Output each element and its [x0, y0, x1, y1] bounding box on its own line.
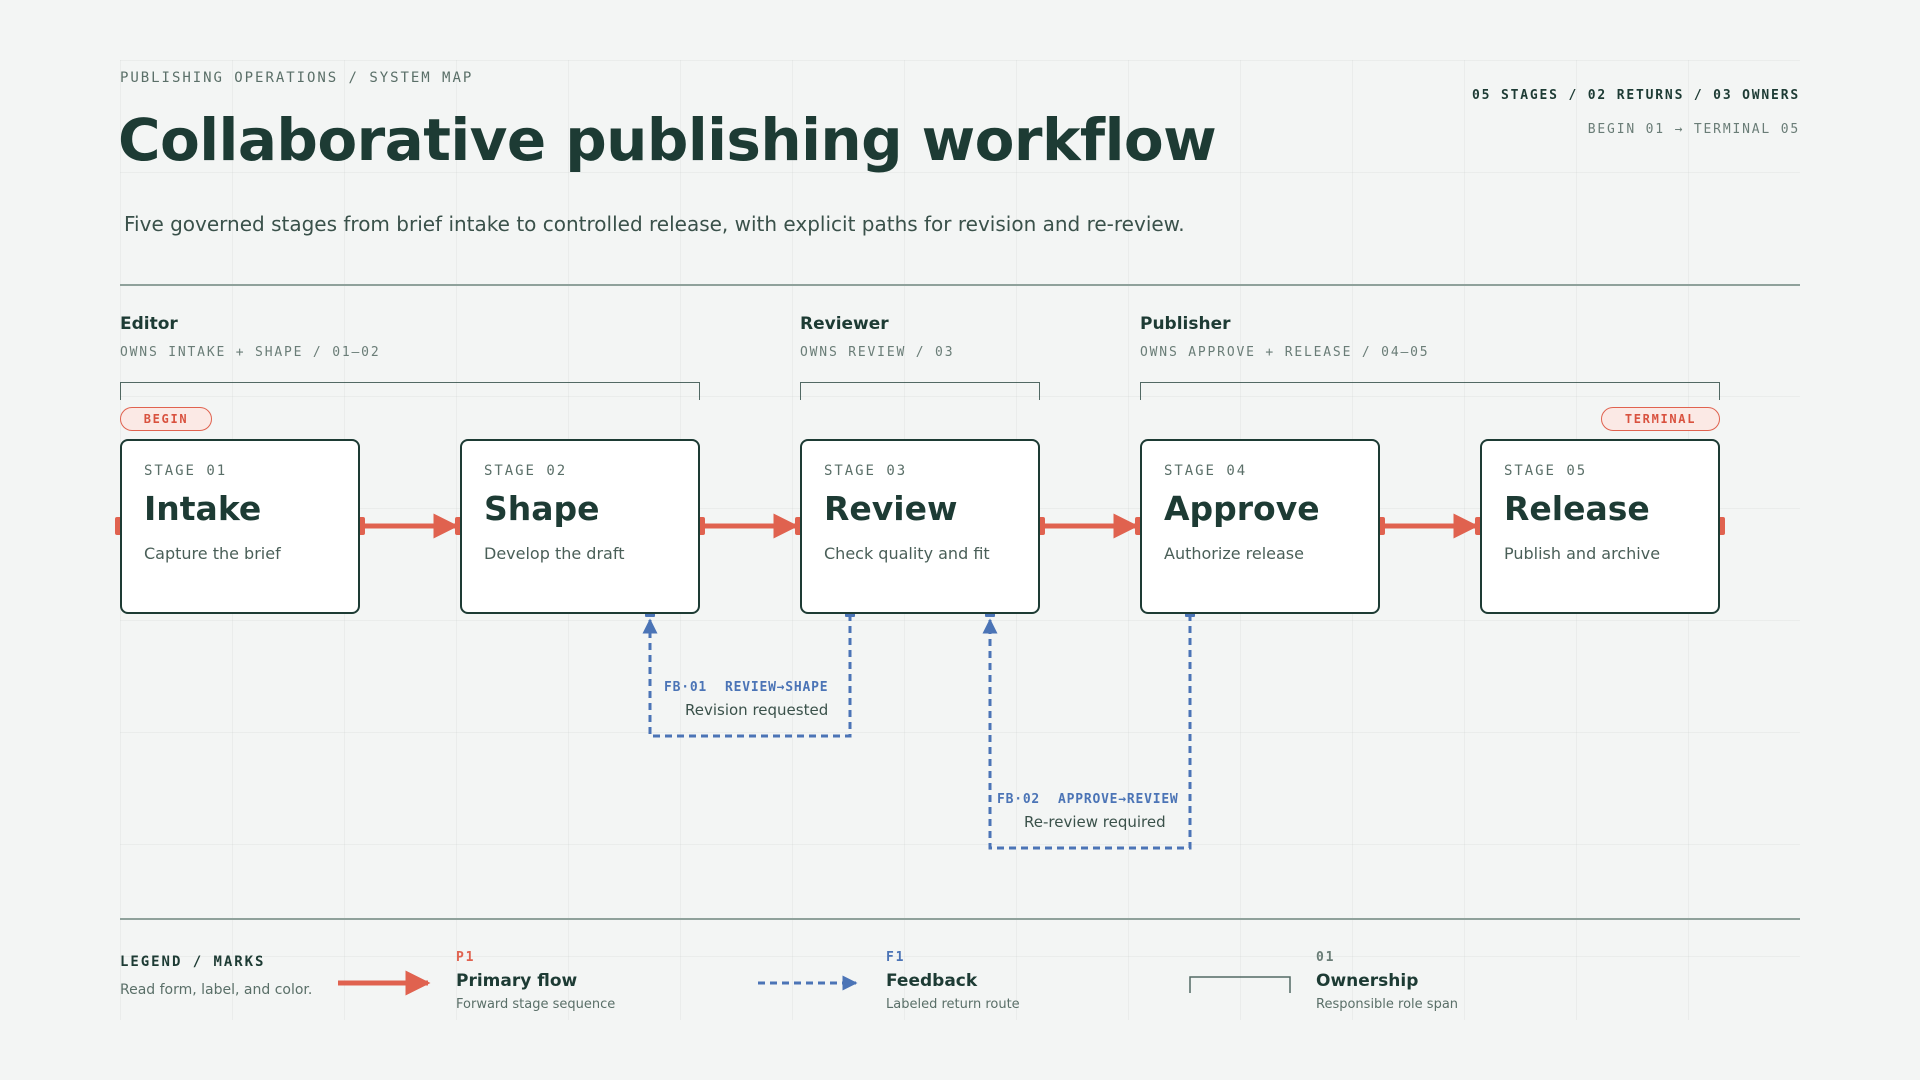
legend-code: 01	[1316, 950, 1336, 965]
feedback-description: Revision requested	[685, 701, 829, 719]
stage-description: Authorize release	[1164, 544, 1304, 563]
legend-ownership-sample	[1189, 976, 1291, 993]
stage-card-release[interactable]: STAGE 05 Release Publish and archive	[1480, 439, 1720, 614]
feedback-description: Re-review required	[1024, 813, 1166, 831]
legend-title: LEGEND / MARKS	[120, 954, 266, 970]
stage-description: Check quality and fit	[824, 544, 990, 563]
stage-name: Intake	[144, 489, 262, 528]
feedback-label-fb01: FB·01 REVIEW→SHAPE Revision requested	[664, 680, 828, 719]
bottom-divider	[120, 918, 1800, 920]
stage-description: Develop the draft	[484, 544, 625, 563]
stage-name: Release	[1504, 489, 1650, 528]
stage-number: STAGE 05	[1504, 463, 1588, 479]
legend-description: Forward stage sequence	[456, 997, 616, 1012]
stage-card-shape[interactable]: STAGE 02 Shape Develop the draft	[460, 439, 700, 614]
stage-number: STAGE 02	[484, 463, 568, 479]
legend-name: Primary flow	[456, 971, 578, 991]
stage-description: Capture the brief	[144, 544, 281, 563]
feedback-route: APPROVE→REVIEW	[1058, 792, 1179, 807]
stage-name: Shape	[484, 489, 600, 528]
legend-name: Ownership	[1316, 971, 1419, 991]
legend-name: Feedback	[886, 971, 978, 991]
legend-description: Responsible role span	[1316, 997, 1459, 1012]
stage-number: STAGE 01	[144, 463, 228, 479]
feedback-label-fb02: FB·02 APPROVE→REVIEW Re-review required	[997, 792, 1179, 831]
legend-item-primary: P1 Primary flow Forward stage sequence	[456, 950, 615, 1012]
legend-item-feedback: F1 Feedback Labeled return route	[886, 950, 1020, 1012]
feedback-route: REVIEW→SHAPE	[725, 680, 829, 695]
legend-subtitle: Read form, label, and color.	[120, 982, 313, 998]
legend-description: Labeled return route	[886, 997, 1020, 1012]
legend-code: F1	[886, 950, 906, 965]
legend-code: P1	[456, 950, 476, 965]
stage-card-intake[interactable]: STAGE 01 Intake Capture the brief	[120, 439, 360, 614]
legend-item-ownership: 01 Ownership Responsible role span	[1316, 950, 1458, 1012]
stage-card-approve[interactable]: STAGE 04 Approve Authorize release	[1140, 439, 1380, 614]
stage-description: Publish and archive	[1504, 544, 1661, 563]
feedback-code: FB·01	[664, 680, 708, 695]
stage-number: STAGE 04	[1164, 463, 1248, 479]
stage-name: Approve	[1164, 489, 1320, 528]
stage-card-review[interactable]: STAGE 03 Review Check quality and fit	[800, 439, 1040, 614]
feedback-code: FB·02	[997, 792, 1041, 807]
stage-number: STAGE 03	[824, 463, 908, 479]
stage-name: Review	[824, 489, 958, 528]
